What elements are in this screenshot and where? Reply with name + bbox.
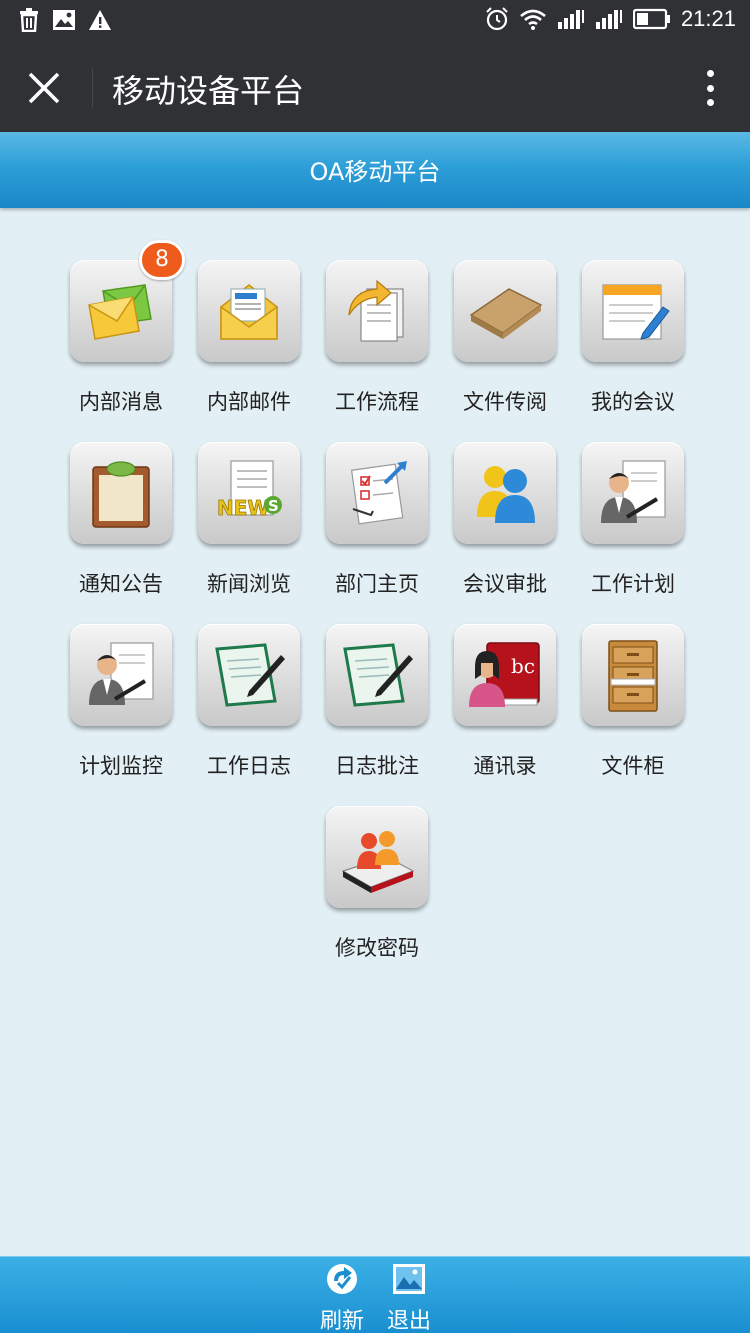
logout-button[interactable]: 退出 xyxy=(379,1257,439,1333)
svg-text:NEW: NEW xyxy=(217,496,269,520)
menu-item-plan-monitor[interactable]: 计划监控 xyxy=(57,620,185,790)
menu-item-label: 内部邮件 xyxy=(207,390,291,414)
person-document-icon xyxy=(601,460,666,523)
workflow-docs-icon xyxy=(348,279,404,342)
menu-item-file-cabinet[interactable]: 文件柜 xyxy=(569,620,697,790)
folder-icon xyxy=(469,288,543,339)
menu-item-notices[interactable]: 通知公告 xyxy=(57,438,185,608)
menu-item-workflow[interactable]: 工作流程 xyxy=(313,256,441,426)
menu-item-address-book[interactable]: bc 通讯录 xyxy=(441,620,569,790)
menu-item-department-home[interactable]: 部门主页 xyxy=(313,438,441,608)
battery-icon xyxy=(632,8,670,30)
menu-item-work-log[interactable]: 工作日志 xyxy=(185,620,313,790)
close-icon[interactable] xyxy=(22,66,66,110)
menu-item-label: 日志批注 xyxy=(335,754,419,778)
title-bar: 移动设备平台 xyxy=(0,44,750,132)
status-bar: 21:21 xyxy=(0,0,750,44)
signal-icon xyxy=(595,10,622,29)
envelopes-icon xyxy=(88,284,152,340)
menu-item-label: 通讯录 xyxy=(473,754,537,778)
header-band: OA移动平台 xyxy=(0,132,750,208)
menu-item-label: 文件传阅 xyxy=(463,390,547,414)
status-bar-right: 21:21 xyxy=(485,6,736,32)
bottom-toolbar: 刷新 退出 xyxy=(0,1256,750,1333)
checklist-icon xyxy=(350,461,407,525)
menu-item-internal-mail[interactable]: 内部邮件 xyxy=(185,256,313,426)
menu-item-label: 我的会议 xyxy=(591,390,675,414)
wifi-icon xyxy=(520,9,546,30)
menu-item-label: 工作日志 xyxy=(207,754,291,778)
menu-item-label: 计划监控 xyxy=(79,754,163,778)
menu-item-label: 修改密码 xyxy=(335,936,419,960)
log-pen-icon xyxy=(215,643,285,707)
title-divider xyxy=(92,68,93,108)
more-vertical-icon[interactable] xyxy=(700,68,720,108)
menu-item-file-circulation[interactable]: 文件传阅 xyxy=(441,256,569,426)
menu-item-log-annotation[interactable]: 日志批注 xyxy=(313,620,441,790)
logout-label: 退出 xyxy=(386,1309,431,1333)
menu-item-news[interactable]: NEW S 新闻浏览 xyxy=(185,438,313,608)
users-book-icon xyxy=(341,831,415,893)
users-icon xyxy=(477,466,535,523)
menu-item-label: 会议审批 xyxy=(463,572,547,596)
header-title: OA移动平台 xyxy=(309,158,441,186)
cabinet-icon xyxy=(608,640,658,712)
menu-item-label: 内部消息 xyxy=(79,390,163,414)
warning-icon xyxy=(89,10,111,30)
menu-item-label: 新闻浏览 xyxy=(207,572,291,596)
refresh-label: 刷新 xyxy=(319,1309,364,1333)
menu-item-work-plan[interactable]: 工作计划 xyxy=(569,438,697,608)
news-icon: NEW S xyxy=(217,460,282,520)
menu-item-meeting-approval[interactable]: 会议审批 xyxy=(441,438,569,608)
picture-icon xyxy=(393,1264,425,1294)
log-pen-icon xyxy=(343,643,413,707)
person-document-icon xyxy=(89,642,154,705)
menu-item-label: 部门主页 xyxy=(335,572,419,596)
menu-item-label: 工作计划 xyxy=(591,572,675,596)
alarm-icon xyxy=(486,7,508,31)
notepad-pen-icon xyxy=(602,284,670,340)
page-title: 移动设备平台 xyxy=(112,72,305,110)
svg-text:S: S xyxy=(268,497,279,515)
signal-icon xyxy=(557,10,584,29)
menu-item-label: 文件柜 xyxy=(601,754,665,778)
menu-item-change-password[interactable]: 修改密码 xyxy=(313,802,441,972)
menu-item-label: 工作流程 xyxy=(335,390,419,414)
unread-badge: 8 xyxy=(139,240,185,280)
image-icon xyxy=(53,10,75,30)
status-bar-left xyxy=(18,8,112,32)
trash-icon xyxy=(20,8,38,32)
refresh-button[interactable]: 刷新 xyxy=(312,1257,372,1333)
refresh-icon xyxy=(327,1264,357,1294)
address-book-icon: bc xyxy=(469,642,540,707)
open-mail-icon xyxy=(220,284,278,340)
clipboard-icon xyxy=(92,461,150,528)
menu-item-label: 通知公告 xyxy=(79,572,163,596)
menu-item-my-meetings[interactable]: 我的会议 xyxy=(569,256,697,426)
svg-text:bc: bc xyxy=(511,654,535,678)
menu-item-internal-messages[interactable]: 8 内部消息 xyxy=(57,240,185,426)
status-time: 21:21 xyxy=(680,6,736,31)
